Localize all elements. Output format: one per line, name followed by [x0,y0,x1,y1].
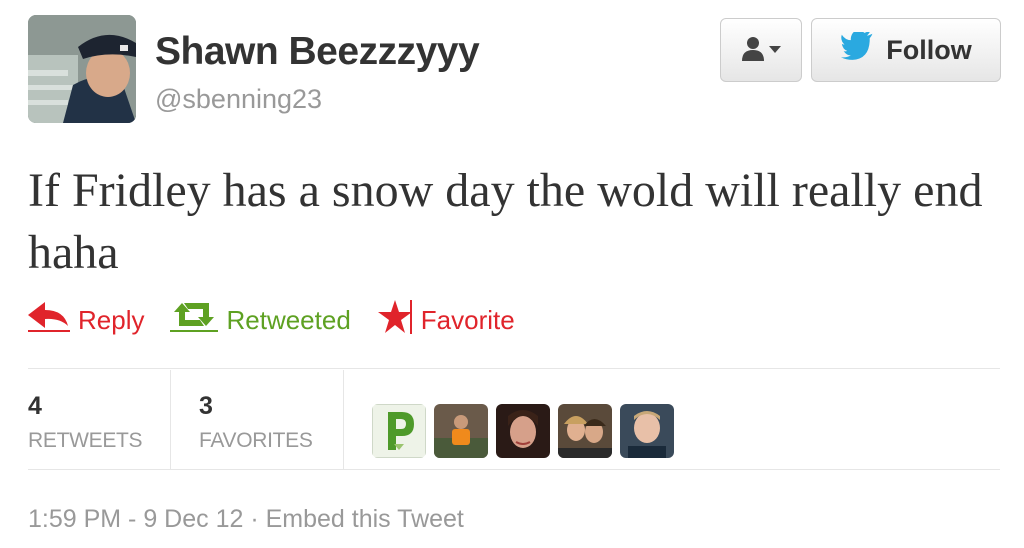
follow-label: Follow [886,34,972,65]
author-name[interactable]: Shawn Beezzzyyy [155,30,480,74]
author-avatar[interactable] [28,15,136,123]
reply-button[interactable]: Reply [28,302,144,339]
favorite-label: Favorite [420,305,515,335]
tweet-card: Shawn Beezzzyyy @sbenning23 Follow If Fr… [0,0,1024,548]
tweet-stats: 4 RETWEETS 3 FAVORITES [28,370,674,470]
reply-arrow-icon [28,302,70,339]
reply-label: Reply [78,305,145,335]
retweet-label: Retweeted [226,305,351,335]
engager-avatar[interactable] [372,404,426,458]
tweet-timestamp[interactable]: 1:59 PM - 9 Dec 12 [28,505,243,533]
engager-avatar[interactable] [558,404,612,458]
footer-separator: · [250,505,259,533]
retweets-count: 4 [28,392,42,420]
engager-avatar[interactable] [434,404,488,458]
favorite-button[interactable]: Favorite [377,300,515,341]
embed-tweet-link[interactable]: Embed this Tweet [266,505,464,533]
stats-bottom-divider [28,469,1000,470]
engager-avatar[interactable] [496,404,550,458]
stats-top-divider [28,368,1000,369]
retweet-button[interactable]: Retweeted [170,302,351,339]
favorites-count: 3 [199,392,213,420]
retweets-label: RETWEETS [28,429,143,452]
retweets-stat[interactable]: 4 RETWEETS [28,370,171,470]
star-icon [377,300,413,341]
retweet-icon [170,302,219,339]
favorites-label: FAVORITES [199,429,313,452]
follow-button[interactable]: Follow [811,18,1001,82]
twitter-bird-icon [840,29,876,69]
tweet-footer: 1:59 PM - 9 Dec 12 · Embed this Tweet [28,505,464,534]
engagement-avatars [344,370,674,470]
tweet-actions: Reply Retweeted Favorite [28,300,541,341]
chevron-down-icon [769,41,781,59]
tweet-text: If Fridley has a snow day the wold will … [28,164,983,279]
engager-avatar[interactable] [620,404,674,458]
author-handle[interactable]: @sbenning23 [155,84,322,115]
person-icon [741,35,765,66]
favorites-stat[interactable]: 3 FAVORITES [171,370,344,470]
user-menu-button[interactable] [720,18,802,82]
